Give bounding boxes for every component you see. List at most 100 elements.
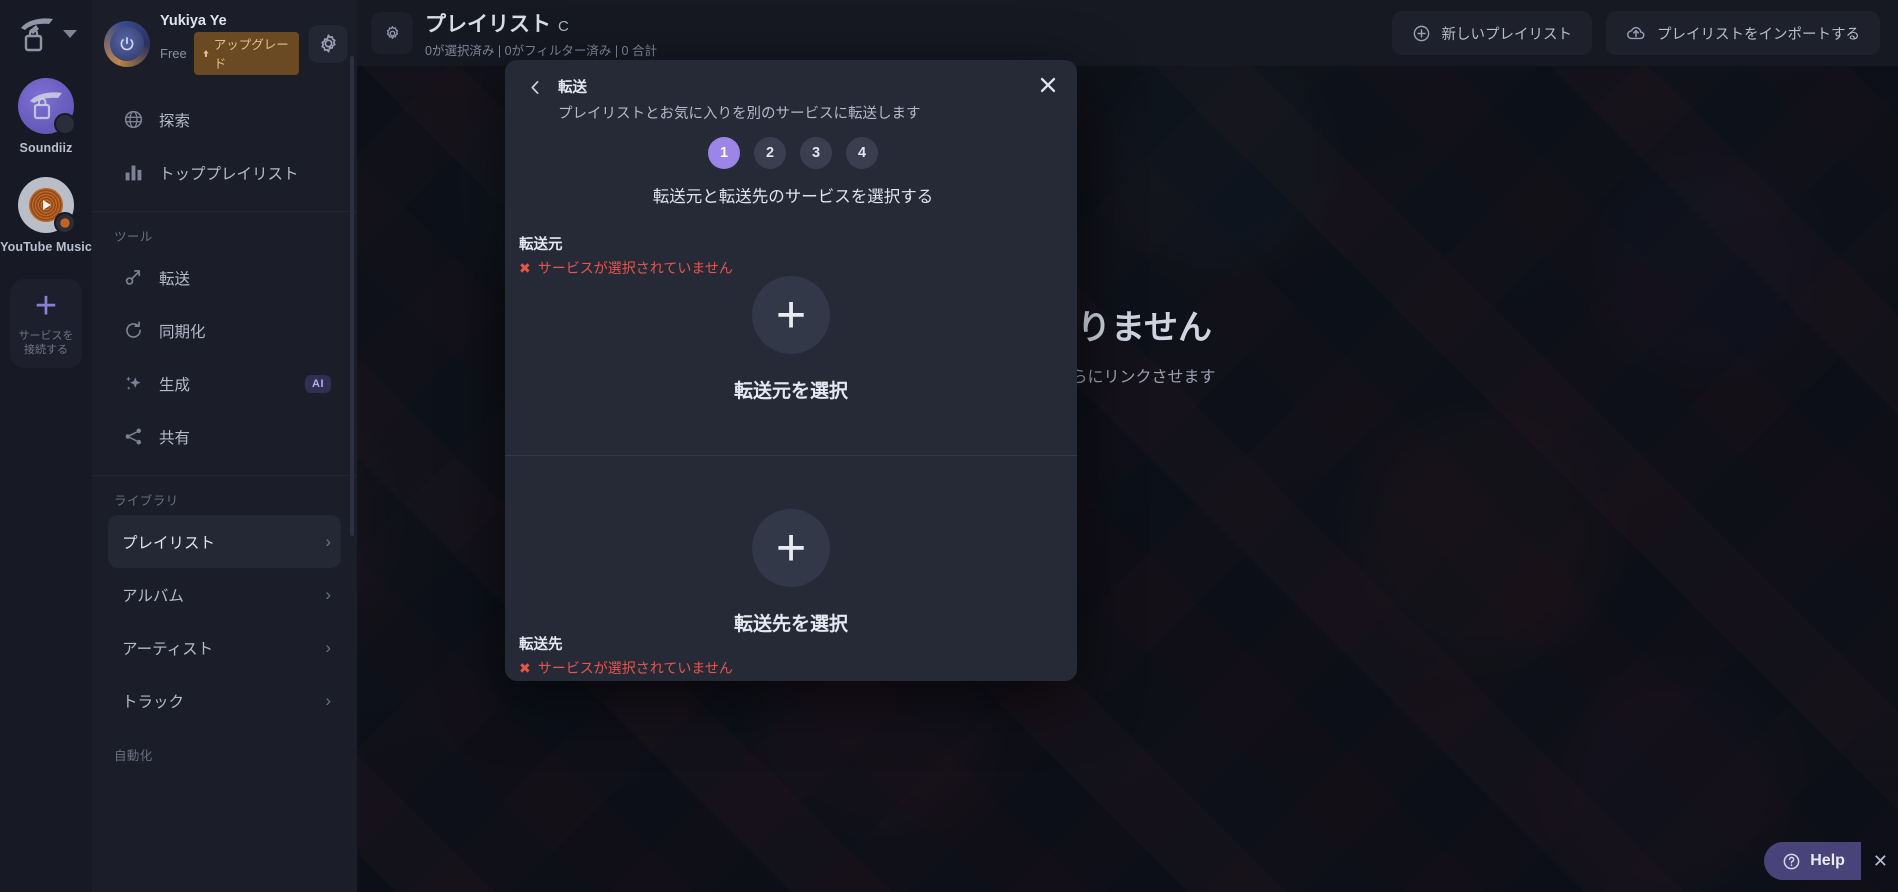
- destination-picker[interactable]: + 転送先を選択 転送先 ✖ サービスが選択されていません: [505, 456, 1077, 681]
- arrow-up-icon: [203, 49, 209, 57]
- sidebar-item-explore[interactable]: 探索: [108, 93, 341, 146]
- rail-service-label: YouTube Music: [0, 240, 92, 255]
- youtube-music-icon: [18, 177, 76, 235]
- source-picker-label: 転送元を選択: [733, 380, 848, 402]
- source-picker[interactable]: 転送元 ✖ サービスが選択されていません + 転送元を選択: [505, 223, 1077, 455]
- status-dot: [54, 212, 76, 235]
- sidebar-item-transfer[interactable]: 転送: [108, 251, 341, 304]
- sidebar-item-label: アーティスト: [122, 640, 214, 658]
- ai-badge: AI: [305, 374, 331, 393]
- soundiiz-hand-logo-icon: [21, 18, 53, 52]
- page-title-suffix: C: [558, 17, 569, 35]
- chevron-right-icon: ›: [325, 691, 331, 711]
- help-circle-icon: [1783, 853, 1800, 869]
- modal-title: 転送: [558, 80, 587, 96]
- step-4[interactable]: 4: [846, 137, 878, 169]
- sidebar: Yukiya Ye Free アップグレード 探索 トッププレイリスト ツール …: [92, 0, 357, 892]
- globe-icon: [122, 109, 144, 131]
- modal-description: プレイリストとお気に入りを別のサービスに転送します: [558, 106, 921, 122]
- account-section: Yukiya Ye Free アップグレード: [92, 0, 357, 76]
- chevron-right-icon: ›: [325, 585, 331, 605]
- modal-back-button[interactable]: [527, 76, 544, 123]
- destination-error: ✖ サービスが選択されていません: [519, 658, 733, 678]
- connect-service-button[interactable]: + サービスを接続する: [10, 278, 82, 369]
- refresh-gear-icon: [386, 25, 398, 39]
- chevron-left-icon: [531, 80, 539, 95]
- sidebar-item-sync[interactable]: 同期化: [108, 304, 341, 357]
- step-3[interactable]: 3: [800, 137, 832, 169]
- account-subrow: Free アップグレード: [160, 32, 299, 76]
- sidebar-item-top-playlists[interactable]: トッププレイリスト: [108, 146, 341, 199]
- page-title: プレイリスト C: [425, 8, 1378, 38]
- plus-icon: +: [775, 285, 807, 344]
- account-plan: Free: [160, 46, 187, 62]
- error-x-icon: ✖: [519, 659, 531, 676]
- help-widget: Help ✕: [1764, 842, 1898, 880]
- account-text: Yukiya Ye Free アップグレード: [160, 12, 299, 76]
- sidebar-section-library: ライブラリ: [114, 494, 179, 509]
- new-playlist-label: 新しいプレイリスト: [1441, 26, 1573, 43]
- cloud-upload-icon: [1626, 23, 1646, 43]
- modal-body: 転送元 ✖ サービスが選択されていません + 転送元を選択 + 転送先を選択 転…: [505, 223, 1077, 681]
- close-icon: [1040, 77, 1056, 93]
- help-button[interactable]: Help: [1764, 842, 1861, 880]
- app-logo[interactable]: [15, 12, 77, 56]
- sidebar-item-playlists[interactable]: プレイリスト ›: [108, 515, 341, 569]
- plus-icon: +: [775, 518, 807, 577]
- sidebar-section-automation: 自動化: [114, 749, 153, 764]
- source-header: 転送元 ✖ サービスが選択されていません: [519, 233, 733, 278]
- plus-circle-icon: [1412, 24, 1431, 43]
- bar-chart-icon: [122, 162, 144, 184]
- rail-service-youtube-music[interactable]: YouTube Music: [0, 177, 92, 254]
- refresh-button[interactable]: [371, 12, 413, 54]
- sidebar-item-label: トラック: [122, 693, 185, 711]
- modal-close-button[interactable]: [1037, 74, 1059, 100]
- sidebar-item-artists[interactable]: アーティスト ›: [108, 621, 341, 674]
- destination-picker-label: 転送先を選択: [733, 613, 848, 635]
- destination-header: 転送先 ✖ サービスが選択されていません: [519, 633, 733, 678]
- sync-icon: [122, 320, 144, 342]
- help-close-button[interactable]: ✕: [1861, 851, 1898, 872]
- chevron-right-icon: ›: [325, 638, 331, 658]
- import-playlist-label: プレイリストをインポートする: [1657, 26, 1860, 43]
- step-caption: 転送元と転送先のサービスを選択する: [652, 188, 934, 206]
- upgrade-button[interactable]: アップグレード: [193, 32, 299, 76]
- divider: [92, 211, 357, 213]
- sidebar-item-share[interactable]: 共有: [108, 410, 341, 463]
- sidebar-item-label: アルバム: [122, 587, 184, 605]
- sidebar-item-albums[interactable]: アルバム ›: [108, 568, 341, 621]
- power-avatar-icon[interactable]: [104, 20, 150, 67]
- sidebar-scrollbar[interactable]: [350, 56, 354, 536]
- help-label: Help: [1810, 852, 1845, 869]
- transfer-icon: [122, 267, 144, 289]
- upgrade-label: アップグレード: [213, 38, 289, 72]
- rail-service-soundiiz[interactable]: Soundiiz: [0, 78, 92, 155]
- destination-plus-button[interactable]: +: [752, 508, 830, 587]
- sidebar-item-label: 生成: [159, 376, 191, 394]
- step-1[interactable]: 1: [708, 137, 740, 169]
- page-title-wrap: プレイリスト C 0が選択済み | 0がフィルター済み | 0 合計: [425, 8, 1378, 59]
- chevron-down-icon: [63, 30, 77, 38]
- source-plus-button[interactable]: +: [752, 275, 830, 354]
- sidebar-item-tracks[interactable]: トラック ›: [108, 674, 341, 727]
- source-error-text: サービスが選択されていません: [537, 260, 733, 276]
- sidebar-item-label: 探索: [159, 112, 191, 130]
- step-2[interactable]: 2: [754, 137, 786, 169]
- import-playlist-button[interactable]: プレイリストをインポートする: [1606, 11, 1880, 55]
- status-dot: [54, 113, 76, 135]
- sidebar-item-generate[interactable]: 生成 AI: [108, 357, 341, 410]
- connect-service-label: サービスを接続する: [18, 329, 74, 356]
- modal-header: 転送 プレイリストとお気に入りを別のサービスに転送します 1 2 3 4 転送元…: [505, 60, 1077, 223]
- new-playlist-button[interactable]: 新しいプレイリスト: [1391, 11, 1592, 55]
- transfer-modal: 転送 プレイリストとお気に入りを別のサービスに転送します 1 2 3 4 転送元…: [505, 60, 1077, 681]
- page-meta: 0が選択済み | 0がフィルター済み | 0 合計: [425, 43, 657, 58]
- error-x-icon: ✖: [519, 259, 531, 276]
- settings-button[interactable]: [309, 24, 347, 63]
- soundiiz-avatar-icon: [18, 78, 76, 135]
- destination-error-text: サービスが選択されていません: [537, 660, 733, 676]
- share-icon: [122, 426, 144, 448]
- step-indicator: 1 2 3 4: [527, 137, 1059, 169]
- sidebar-item-label: トッププレイリスト: [159, 165, 299, 183]
- divider: [92, 475, 357, 477]
- gear-icon: [320, 34, 336, 53]
